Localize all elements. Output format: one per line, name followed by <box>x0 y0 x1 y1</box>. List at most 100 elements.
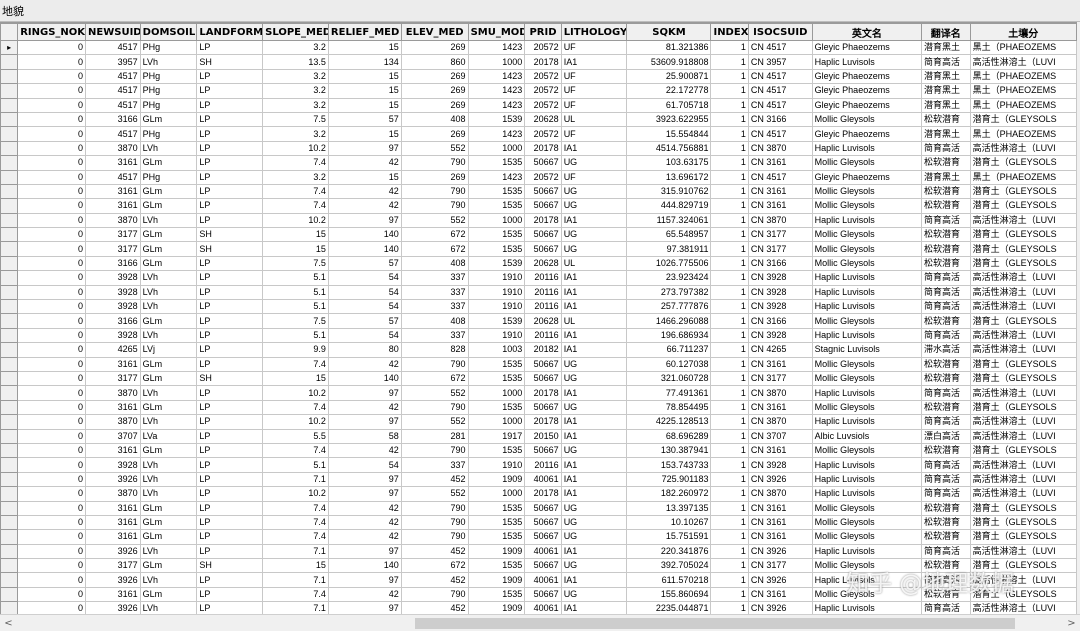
table-cell[interactable]: 20116 <box>524 327 562 344</box>
table-cell[interactable]: 7.1 <box>262 543 329 560</box>
table-cell[interactable]: LP <box>196 313 264 329</box>
table-cell[interactable]: Haplic Luvisols <box>811 572 922 588</box>
table-cell[interactable]: CN 4517 <box>747 39 813 56</box>
table-cell[interactable]: UF <box>560 126 628 142</box>
table-row[interactable]: 0 3161 GLm LP 7.4 42 790 1535 50667 UG 315.910762 1… <box>0 183 1077 200</box>
table-cell[interactable]: 1 <box>710 227 749 243</box>
row-selector[interactable] <box>0 212 19 229</box>
column-header[interactable]: LANDFORM <box>196 23 264 41</box>
table-cell[interactable]: UG <box>560 399 628 416</box>
table-cell[interactable]: 0 <box>17 370 87 387</box>
table-cell[interactable]: PHg <box>139 39 198 56</box>
table-cell[interactable]: 高活性淋溶土（LUVI <box>969 457 1077 473</box>
table-cell[interactable]: 13.696172 <box>626 169 712 185</box>
table-cell[interactable]: 高活性淋溶土（LUVI <box>969 140 1077 157</box>
table-cell[interactable]: 简育高活 <box>920 299 971 315</box>
table-cell[interactable]: CN 3166 <box>747 255 813 272</box>
table-cell[interactable]: Mollic Gleysols <box>811 399 922 416</box>
table-cell[interactable]: 7.5 <box>262 111 329 128</box>
table-row[interactable]: 0 3928 LVh LP 5.1 54 337 1910 20116 IA1 153.743733… <box>0 457 1077 473</box>
table-cell[interactable]: 0 <box>17 212 87 229</box>
table-cell[interactable]: 3161 <box>85 586 141 603</box>
row-selector[interactable] <box>0 385 19 401</box>
table-row[interactable]: 0 3870 LVh LP 10.2 97 552 1000 20178 IA1 77.491361… <box>0 385 1077 401</box>
table-cell[interactable]: 1 <box>710 198 749 214</box>
row-selector-header[interactable] <box>0 23 19 41</box>
table-cell[interactable]: Haplic Luvisols <box>811 471 922 488</box>
table-cell[interactable]: IA1 <box>560 54 628 70</box>
table-cell[interactable]: 1 <box>710 543 749 560</box>
table-cell[interactable]: 1423 <box>467 97 526 113</box>
table-cell[interactable]: IA1 <box>560 601 628 615</box>
table-cell[interactable]: 松软潜育 <box>920 558 971 574</box>
table-cell[interactable]: CN 3166 <box>747 313 813 329</box>
table-cell[interactable]: 0 <box>17 399 87 416</box>
table-cell[interactable]: IA1 <box>560 327 628 344</box>
table-cell[interactable]: 140 <box>327 370 402 387</box>
table-cell[interactable]: 1535 <box>467 183 526 200</box>
table-cell[interactable]: GLm <box>139 370 198 387</box>
table-cell[interactable]: 53609.918808 <box>626 54 712 70</box>
table-cell[interactable]: 0 <box>17 155 87 171</box>
row-selector[interactable] <box>0 270 19 286</box>
table-cell[interactable]: 20150 <box>524 428 562 444</box>
table-cell[interactable]: PHg <box>139 68 198 85</box>
table-cell[interactable]: 15.751591 <box>626 529 712 545</box>
table-cell[interactable]: 40061 <box>524 471 562 488</box>
table-cell[interactable]: GLm <box>139 313 198 329</box>
table-cell[interactable]: 1 <box>710 183 749 200</box>
table-cell[interactable]: 5.1 <box>262 299 329 315</box>
table-cell[interactable]: 0 <box>17 514 87 531</box>
table-cell[interactable]: LP <box>196 601 264 615</box>
row-selector[interactable] <box>0 356 19 372</box>
table-cell[interactable]: 高活性淋溶土（LUVI <box>969 471 1077 488</box>
table-row[interactable]: 0 3161 GLm LP 7.4 42 790 1535 50667 UG 15.751591 1 C… <box>0 529 1077 545</box>
table-cell[interactable]: 1909 <box>467 543 526 560</box>
table-cell[interactable]: 50667 <box>524 241 562 257</box>
column-header[interactable]: 英文名 <box>811 23 922 41</box>
table-cell[interactable]: 高活性淋溶土（LUVI <box>969 327 1077 344</box>
table-cell[interactable]: 50667 <box>524 183 562 200</box>
table-cell[interactable]: PHg <box>139 126 198 142</box>
table-cell[interactable]: UG <box>560 356 628 372</box>
table-cell[interactable]: 1535 <box>467 442 526 459</box>
table-cell[interactable]: CN 3928 <box>747 327 813 344</box>
column-header[interactable]: RINGS_NOK <box>17 23 87 41</box>
table-cell[interactable]: 130.387941 <box>626 442 712 459</box>
table-cell[interactable]: LP <box>196 399 264 416</box>
row-selector[interactable] <box>0 140 19 157</box>
table-cell[interactable]: 7.5 <box>262 313 329 329</box>
table-cell[interactable]: Mollic Gleysols <box>811 558 922 574</box>
table-cell[interactable]: 1535 <box>467 529 526 545</box>
table-cell[interactable]: 315.910762 <box>626 183 712 200</box>
table-cell[interactable]: 408 <box>400 313 469 329</box>
table-cell[interactable]: 672 <box>400 241 469 257</box>
table-row[interactable]: 0 3161 GLm LP 7.4 42 790 1535 50667 UG 13.397135 1 C… <box>0 500 1077 516</box>
table-cell[interactable]: 153.743733 <box>626 457 712 473</box>
table-cell[interactable]: Gleyic Phaeozems <box>811 68 922 85</box>
table-cell[interactable]: 337 <box>400 457 469 473</box>
table-cell[interactable]: 15 <box>327 39 402 56</box>
table-cell[interactable]: 潜育土（GLEYSOLS <box>969 255 1077 272</box>
table-row[interactable]: 0 3707 LVa LP 5.5 58 281 1917 20150 IA1 68.696289 1… <box>0 428 1077 444</box>
table-cell[interactable]: 0 <box>17 126 87 142</box>
table-cell[interactable]: UG <box>560 586 628 603</box>
table-cell[interactable]: 漂白高活 <box>920 428 971 444</box>
table-cell[interactable]: 0 <box>17 169 87 185</box>
table-cell[interactable]: GLm <box>139 500 198 516</box>
table-cell[interactable]: 97 <box>327 140 402 157</box>
table-cell[interactable]: 42 <box>327 514 402 531</box>
table-cell[interactable]: 337 <box>400 284 469 301</box>
table-cell[interactable]: 1917 <box>467 428 526 444</box>
table-cell[interactable]: 15 <box>327 126 402 142</box>
scroll-thumb[interactable] <box>415 618 1015 629</box>
table-cell[interactable]: 50667 <box>524 558 562 574</box>
table-cell[interactable]: 4517 <box>85 97 141 113</box>
table-cell[interactable]: 860 <box>400 54 469 70</box>
table-cell[interactable]: 潜育土（GLEYSOLS <box>969 111 1077 128</box>
table-cell[interactable]: UF <box>560 169 628 185</box>
column-header[interactable]: SMU_MOD <box>467 23 526 41</box>
table-cell[interactable]: 1 <box>710 558 749 574</box>
table-cell[interactable]: 潜育土（GLEYSOLS <box>969 399 1077 416</box>
table-row[interactable]: 0 3957 LVh SH 13.5 134 860 1000 20178 IA1 53609.91… <box>0 54 1077 70</box>
